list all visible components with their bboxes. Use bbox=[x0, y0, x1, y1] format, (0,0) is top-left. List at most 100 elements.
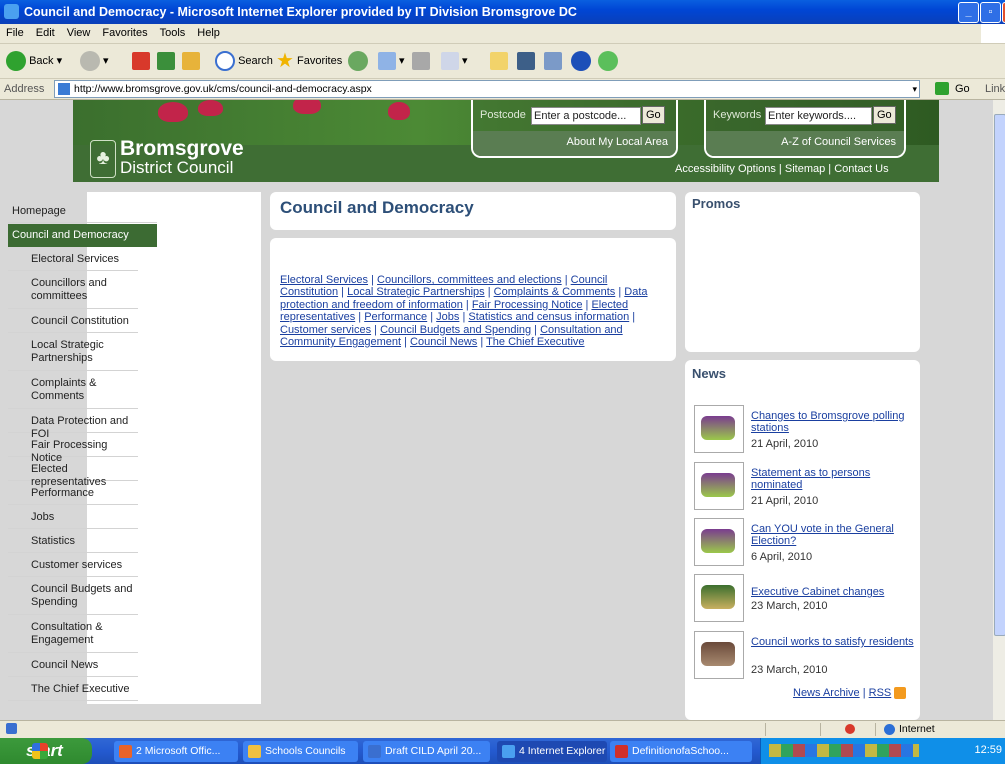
menu-view[interactable]: View bbox=[67, 24, 91, 43]
nav-item[interactable]: Council Constitution bbox=[8, 310, 138, 333]
mail-button[interactable]: ▾ bbox=[378, 50, 405, 72]
edit-button[interactable]: ▾ bbox=[441, 50, 468, 72]
forward-button[interactable]: ▾ bbox=[80, 50, 109, 72]
nav-item[interactable]: Complaints & Comments bbox=[8, 372, 138, 409]
news-item-link[interactable]: Council works to satisfy residents bbox=[751, 636, 916, 648]
links-button[interactable]: Links bbox=[985, 83, 1005, 95]
menu-help[interactable]: Help bbox=[197, 24, 220, 43]
keywords-go-button[interactable]: Go bbox=[873, 106, 896, 124]
link-separator: | bbox=[462, 298, 472, 311]
nav-item[interactable]: The Chief Executive bbox=[8, 678, 138, 701]
stop-button[interactable] bbox=[132, 50, 150, 72]
about-my-local-area-link[interactable]: About My Local Area bbox=[566, 136, 668, 148]
nav-item[interactable]: Electoral Services bbox=[8, 248, 138, 271]
election-poster-thumbnail[interactable] bbox=[694, 462, 744, 510]
section-link[interactable]: Councillors, committees and elections bbox=[377, 274, 562, 286]
news-item-link[interactable]: Changes to Bromsgrove polling stations bbox=[751, 410, 916, 435]
nav-item[interactable]: Data Protection and FOI bbox=[8, 410, 138, 440]
section-link[interactable]: The Chief Executive bbox=[486, 336, 584, 348]
thumbnail-image bbox=[701, 416, 735, 440]
nav-item[interactable]: Council and Democracy bbox=[8, 224, 157, 247]
nav-item[interactable]: Homepage bbox=[8, 200, 157, 223]
start-button[interactable]: start bbox=[0, 738, 92, 764]
bluetooth-button[interactable] bbox=[571, 50, 591, 72]
council-logo-thumbnail[interactable] bbox=[694, 574, 744, 622]
menu-edit[interactable]: Edit bbox=[36, 24, 55, 43]
task-icon bbox=[615, 745, 628, 758]
task-icon bbox=[502, 745, 515, 758]
nav-item[interactable]: Jobs bbox=[8, 506, 138, 529]
vertical-scrollbar[interactable] bbox=[993, 100, 1005, 720]
scrollbar-thumb[interactable] bbox=[994, 114, 1005, 636]
menu-tools[interactable]: Tools bbox=[160, 24, 186, 43]
maximize-button[interactable]: ▫ bbox=[980, 2, 1001, 23]
az-council-services-link[interactable]: A-Z of Council Services bbox=[781, 136, 896, 148]
menu-favorites[interactable]: Favorites bbox=[102, 24, 147, 43]
section-link[interactable]: Council News bbox=[410, 336, 477, 348]
taskbar-task[interactable]: DefinitionofaSchoo... bbox=[610, 741, 752, 762]
stop-icon bbox=[132, 52, 150, 71]
home-button[interactable] bbox=[182, 50, 200, 72]
nav-item[interactable]: Councillors and committees bbox=[8, 272, 138, 309]
section-link[interactable]: Fair Processing Notice bbox=[472, 299, 583, 311]
research-button[interactable] bbox=[544, 50, 562, 72]
contact-us-link[interactable]: Contact Us bbox=[834, 163, 888, 175]
discuss-button[interactable] bbox=[490, 50, 508, 72]
section-link[interactable]: Electoral Services bbox=[280, 274, 368, 286]
postcode-go-button[interactable]: Go bbox=[642, 106, 665, 124]
nav-item[interactable]: Performance bbox=[8, 482, 138, 505]
back-button[interactable]: Back ▾ bbox=[6, 50, 62, 72]
nav-item[interactable]: Customer services bbox=[8, 554, 138, 577]
tray-icons[interactable] bbox=[769, 744, 919, 757]
residents-photo-thumbnail[interactable] bbox=[694, 631, 744, 679]
nav-item[interactable]: Local Strategic Partnerships bbox=[8, 334, 138, 371]
go-button[interactable]: Go bbox=[955, 83, 970, 95]
site-logo-subname[interactable]: District Council bbox=[120, 158, 233, 178]
postcode-input[interactable]: Enter a postcode... bbox=[531, 107, 641, 125]
nav-item[interactable]: Fair Processing Notice bbox=[8, 434, 138, 464]
keywords-input[interactable]: Enter keywords.... bbox=[765, 107, 872, 125]
taskbar-task[interactable]: 2 Microsoft Offic... bbox=[114, 741, 238, 762]
news-item-link[interactable]: Executive Cabinet changes bbox=[751, 586, 916, 598]
messenger-button[interactable] bbox=[598, 50, 618, 72]
nav-item[interactable]: Statistics bbox=[8, 530, 138, 553]
section-link[interactable]: Complaints & Comments bbox=[494, 286, 616, 298]
section-link[interactable]: Jobs bbox=[436, 311, 459, 323]
news-item-link[interactable]: Can YOU vote in the General Election? bbox=[751, 523, 916, 548]
window-title-bar[interactable]: Council and Democracy - Microsoft Intern… bbox=[0, 0, 1005, 24]
section-links: Electoral Services | Councillors, commit… bbox=[280, 274, 666, 348]
search-button[interactable]: Search bbox=[215, 50, 273, 72]
sitemap-link[interactable]: Sitemap bbox=[785, 163, 825, 175]
menu-file[interactable]: File bbox=[6, 24, 24, 43]
nav-item[interactable]: Elected representatives bbox=[8, 458, 138, 488]
election-poster-thumbnail[interactable] bbox=[694, 518, 744, 566]
election-poster-thumbnail[interactable] bbox=[694, 405, 744, 453]
rss-link[interactable]: RSS bbox=[869, 687, 892, 699]
minimize-button[interactable]: _ bbox=[958, 2, 979, 23]
rss-icon[interactable] bbox=[894, 687, 907, 700]
section-link[interactable]: Local Strategic Partnerships bbox=[347, 286, 485, 298]
address-dropdown-icon[interactable]: ▾ bbox=[912, 81, 917, 97]
accessibility-options-link[interactable]: Accessibility Options bbox=[675, 163, 776, 175]
k-button[interactable] bbox=[517, 50, 535, 72]
go-arrow-icon[interactable] bbox=[935, 82, 949, 95]
taskbar-task[interactable]: 4 Internet Explorer bbox=[497, 741, 607, 762]
favorites-button[interactable]: ★ Favorites bbox=[276, 50, 342, 72]
section-link[interactable]: Council Budgets and Spending bbox=[380, 324, 531, 336]
page-status-icon bbox=[6, 723, 17, 734]
taskbar-task[interactable]: Draft CILD April 20... bbox=[363, 741, 490, 762]
news-item-link[interactable]: Statement as to persons nominated bbox=[751, 467, 916, 492]
taskbar-task[interactable]: Schools Councils bbox=[243, 741, 358, 762]
nav-item[interactable]: Consultation & Engagement bbox=[8, 616, 138, 653]
news-archive-link[interactable]: News Archive bbox=[793, 687, 860, 699]
address-input[interactable]: http://www.bromsgrove.gov.uk/cms/council… bbox=[54, 80, 920, 98]
section-link[interactable]: Statistics and census information bbox=[468, 311, 629, 323]
refresh-button[interactable] bbox=[157, 50, 175, 72]
nav-item[interactable]: Council News bbox=[8, 654, 138, 677]
nav-item[interactable]: Council Budgets and Spending bbox=[8, 578, 138, 615]
print-button[interactable] bbox=[412, 50, 430, 72]
section-link[interactable]: Customer services bbox=[280, 324, 371, 336]
history-button[interactable] bbox=[348, 50, 368, 72]
section-link[interactable]: Performance bbox=[364, 311, 427, 323]
task-label: 2 Microsoft Offic... bbox=[136, 745, 221, 757]
